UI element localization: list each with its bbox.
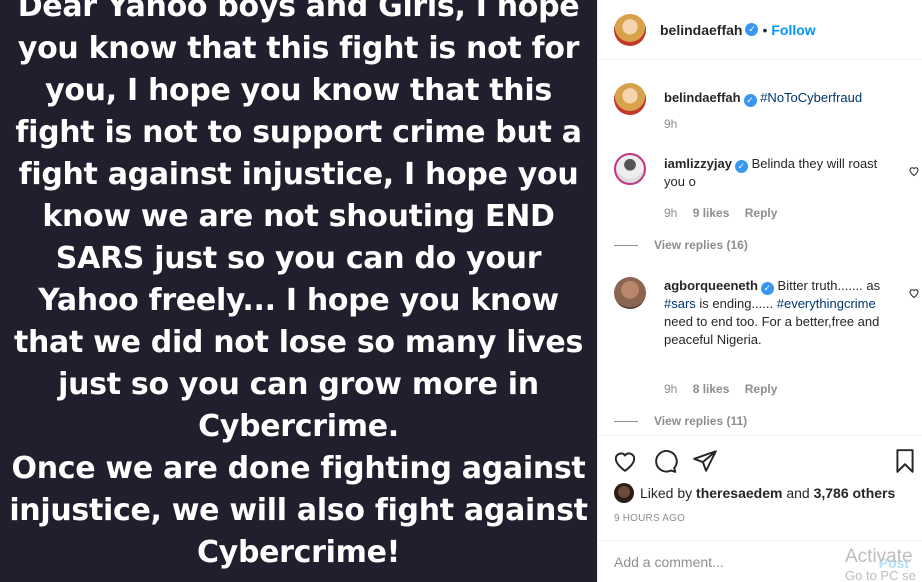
caption: belindaeffah ✓ #NoToCyberfraud 9h bbox=[614, 83, 914, 143]
post-text-line: SARS just so you can do your bbox=[55, 241, 542, 276]
reply-button[interactable]: Reply bbox=[745, 206, 778, 220]
follow-button[interactable]: Follow bbox=[771, 22, 815, 38]
share-icon[interactable] bbox=[692, 448, 718, 474]
comment-item: agborqueeneth ✓ Bitter truth....... as #s… bbox=[614, 277, 919, 435]
comment-item: iamlizzyjay ✓ Belinda they will roast you… bbox=[614, 153, 919, 253]
caption-body: belindaeffah ✓ #NoToCyberfraud bbox=[664, 89, 894, 107]
comment-text: Bitter truth....... as bbox=[777, 278, 881, 293]
avatar[interactable] bbox=[614, 483, 634, 503]
post-text-line: Yahoo freely... I hope you know bbox=[38, 283, 559, 318]
heart-icon[interactable] bbox=[908, 287, 920, 299]
caption-username[interactable]: belindaeffah bbox=[664, 90, 741, 105]
comment-likes[interactable]: 8 likes bbox=[693, 382, 730, 396]
post-text-line: Cybercrime. bbox=[198, 409, 399, 444]
comment-time[interactable]: 9h bbox=[664, 382, 677, 396]
and-label: and bbox=[786, 485, 810, 501]
action-bar: Liked by theresaedem and 3,786 others 9 … bbox=[598, 435, 922, 535]
liked-by-user[interactable]: theresaedem bbox=[696, 485, 782, 501]
likes-count[interactable]: 3,786 others bbox=[814, 485, 896, 501]
post-text-line: fight against injustice, I hope you bbox=[18, 157, 579, 192]
post-text-line: know we are not shouting END bbox=[42, 199, 555, 234]
avatar[interactable] bbox=[614, 153, 646, 185]
windows-activation-watermark: Activate Go to PC se bbox=[845, 546, 916, 582]
post-text-line: you, I hope you know that this bbox=[45, 73, 552, 108]
caption-meta: 9h bbox=[664, 117, 689, 131]
verified-badge-icon: ✓ bbox=[743, 94, 757, 107]
caption-hashtag[interactable]: #NoToCyberfraud bbox=[760, 90, 862, 105]
comments-list: belindaeffah ✓ #NoToCyberfraud 9h iamlizz… bbox=[598, 61, 922, 435]
comment-input[interactable] bbox=[614, 553, 824, 570]
heart-icon[interactable] bbox=[612, 448, 638, 474]
view-replies-button[interactable]: View replies (16) bbox=[614, 238, 748, 252]
verified-badge-icon: ✓ bbox=[760, 282, 774, 295]
post-text-line: Cybercrime! bbox=[196, 535, 401, 570]
post-text: Dear Yahoo boys and Girls, I hope you kn… bbox=[0, 0, 597, 574]
post-text-line: fight is not to support crime but a bbox=[15, 115, 582, 150]
reply-button[interactable]: Reply bbox=[745, 382, 778, 396]
post-header: belindaeffah ✓ • Follow bbox=[598, 0, 922, 60]
comment-icon[interactable] bbox=[652, 448, 678, 474]
verified-badge-icon: ✓ bbox=[734, 160, 748, 173]
post-text-line: injustice, we will also fight against bbox=[9, 493, 588, 528]
comment-likes[interactable]: 9 likes bbox=[693, 206, 730, 220]
avatar[interactable] bbox=[614, 277, 646, 309]
post-image: Dear Yahoo boys and Girls, I hope you kn… bbox=[0, 0, 597, 582]
post-text-line: Dear Yahoo boys and Girls, I hope bbox=[17, 0, 580, 24]
watermark-line: Go to PC se bbox=[845, 568, 916, 582]
post-text-line: Once we are done fighting against bbox=[11, 451, 586, 486]
comment-hashtag[interactable]: #sars bbox=[664, 296, 696, 311]
likes-summary: Liked by theresaedem and 3,786 others bbox=[614, 483, 895, 503]
post-timestamp[interactable]: 9 HOURS AGO bbox=[614, 513, 685, 524]
comment-username[interactable]: agborqueeneth bbox=[664, 278, 758, 293]
comment-time[interactable]: 9h bbox=[664, 206, 677, 220]
post-text-line: you know that this fight is not for bbox=[17, 31, 580, 66]
liked-by-label: Liked by bbox=[640, 485, 693, 501]
post-text-line: just so you can grow more in bbox=[58, 367, 539, 402]
comment-meta: 9h 9 likes Reply bbox=[664, 206, 789, 220]
comment-text: need to end too. For a better,free and p… bbox=[664, 314, 880, 347]
avatar[interactable] bbox=[614, 83, 646, 115]
separator: • bbox=[762, 21, 768, 38]
verified-badge-icon: ✓ bbox=[745, 23, 759, 36]
comment-text: is ending...... bbox=[695, 296, 777, 311]
comment-body: agborqueeneth ✓ Bitter truth....... as #s… bbox=[664, 277, 894, 349]
post-text-line: that we did not lose so many lives bbox=[13, 325, 584, 360]
comment-body: iamlizzyjay ✓ Belinda they will roast you… bbox=[664, 155, 894, 191]
caption-time[interactable]: 9h bbox=[664, 117, 677, 131]
watermark-line: Activate bbox=[845, 546, 913, 567]
comment-hashtag[interactable]: #everythingcrime bbox=[777, 296, 876, 311]
avatar[interactable] bbox=[614, 13, 646, 46]
bookmark-icon[interactable] bbox=[892, 448, 918, 474]
header-username[interactable]: belindaeffah bbox=[660, 22, 742, 38]
comment-username[interactable]: iamlizzyjay bbox=[664, 156, 732, 171]
comment-meta: 9h 8 likes Reply bbox=[664, 382, 789, 396]
view-replies-button[interactable]: View replies (11) bbox=[614, 414, 747, 428]
heart-icon[interactable] bbox=[908, 165, 920, 177]
post-sidebar: belindaeffah ✓ • Follow belindaeffah ✓ #N… bbox=[597, 0, 922, 582]
